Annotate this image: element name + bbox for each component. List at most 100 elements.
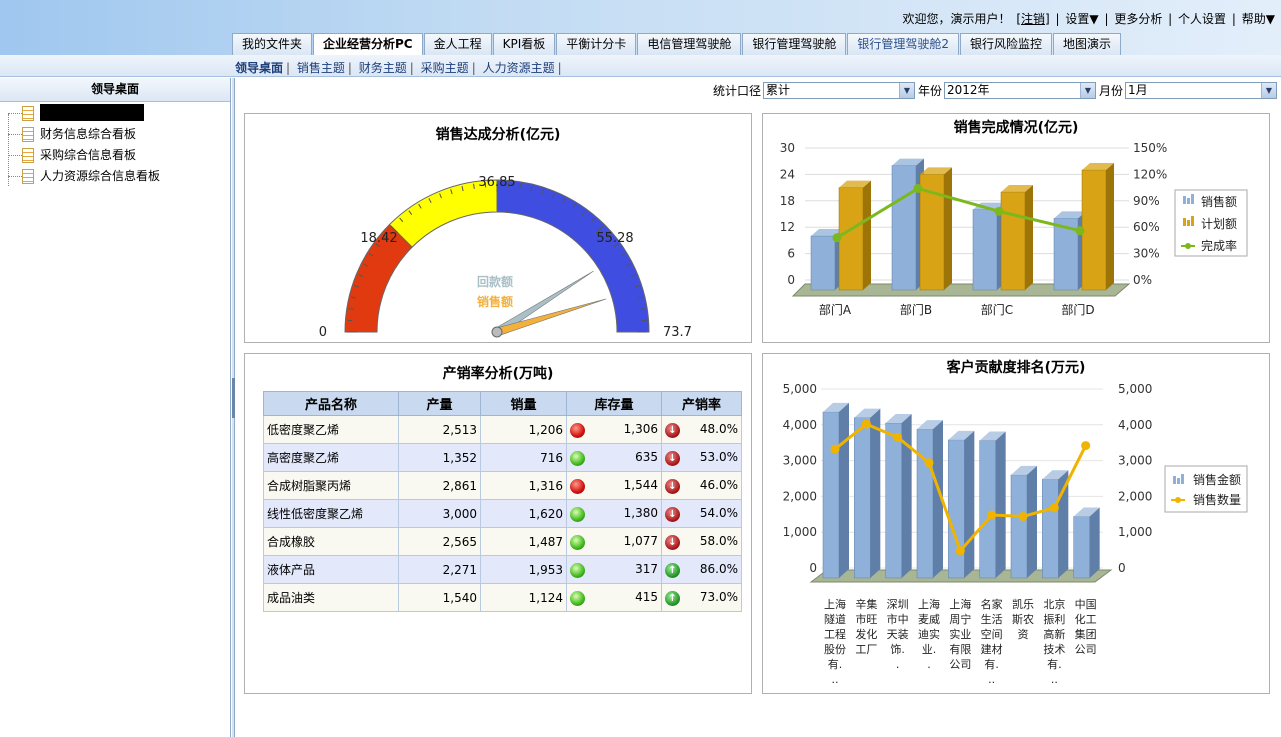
sidebar-item-hr-board[interactable]: 人力资源综合信息看板 bbox=[8, 166, 230, 187]
logout-link[interactable]: [注销] bbox=[1016, 12, 1049, 26]
col-header-sales: 销量 bbox=[480, 391, 567, 416]
welcome-text: 欢迎您，演示用户！ bbox=[902, 12, 1011, 26]
main-tabs: 我的文件夹 企业经营分析PC 金人工程 KPI看板 平衡计分卡 电信管理驾驶舱 … bbox=[232, 33, 1122, 56]
gauge-tick-label: 0 bbox=[319, 325, 327, 340]
stock-value: 1,306 bbox=[623, 421, 658, 436]
production-sales-title: 产销率分析(万吨) bbox=[442, 366, 554, 382]
subnav-sales[interactable]: 销售主题 bbox=[297, 61, 345, 75]
bar-side bbox=[1027, 465, 1037, 578]
tab-telecom-cockpit[interactable]: 电信管理驾驶舱 bbox=[637, 33, 742, 55]
x-axis-tick-label: 上海周宁实业有限公司 bbox=[949, 597, 971, 671]
header: 欢迎您，演示用户！ [注销] | 设置▼ | 更多分析 | 个人设置 | 帮助▼… bbox=[0, 0, 1281, 56]
bar-side bbox=[1106, 163, 1114, 290]
more-analysis-link[interactable]: 更多分析 bbox=[1114, 12, 1162, 26]
tab-golden-project[interactable]: 金人工程 bbox=[423, 33, 492, 55]
stat-scope-select[interactable]: 累计 ▼ bbox=[762, 82, 915, 99]
x-axis-tick-label: 上海隧道工程股份有... bbox=[824, 597, 846, 686]
cell-rate: ↑ 73.0% bbox=[661, 583, 742, 612]
x-axis-tick-label: 部门A bbox=[819, 302, 852, 317]
month-select[interactable]: 1月 ▼ bbox=[1125, 82, 1277, 99]
cell-product: 低密度聚乙烯 bbox=[263, 415, 399, 444]
trend-down-icon: ↓ bbox=[665, 534, 680, 550]
x-axis-tick-label: 部门D bbox=[1061, 302, 1094, 317]
cell-sales: 1,316 bbox=[480, 471, 567, 500]
filter-bar: 统计口径 累计 ▼ 年份 2012年 ▼ 月份 1月 ▼ bbox=[713, 82, 1277, 99]
subnav-hr[interactable]: 人力资源主题 bbox=[483, 61, 555, 75]
table-row: 合成树脂聚丙烯 2,861 1,316 1,544 ↓ 46.0% bbox=[263, 471, 742, 500]
status-green-icon bbox=[570, 534, 585, 550]
sidebar-item-redacted[interactable] bbox=[8, 103, 230, 124]
tab-my-folder[interactable]: 我的文件夹 bbox=[232, 33, 313, 55]
sidebar-item-purchase-board[interactable]: 采购综合信息看板 bbox=[8, 145, 230, 166]
col-header-product: 产品名称 bbox=[263, 391, 399, 416]
point-销售数量 bbox=[987, 510, 997, 520]
document-icon bbox=[22, 127, 34, 142]
cell-production: 1,352 bbox=[398, 443, 481, 472]
splitter[interactable] bbox=[232, 78, 235, 737]
gauge-tick-label: 55.28 bbox=[596, 231, 633, 246]
tab-bank-risk[interactable]: 银行风险监控 bbox=[959, 33, 1052, 55]
bar-side bbox=[870, 408, 881, 578]
status-green-icon bbox=[570, 450, 585, 466]
subnav-purchase[interactable]: 采购主题 bbox=[421, 61, 469, 75]
y-axis-tick-label: 4,000 bbox=[783, 418, 817, 432]
bar-销售金额 bbox=[854, 417, 871, 579]
tab-bank-cockpit-2[interactable]: 银行管理驾驶舱2 bbox=[847, 33, 959, 55]
customer-contribution-chart: 5,000 4,000 3,000 2,000 1,000 0 5,000 4,000 3,00… bbox=[783, 382, 1248, 686]
settings-menu[interactable]: 设置▼ bbox=[1065, 12, 1098, 26]
dashboard-main: 统计口径 累计 ▼ 年份 2012年 ▼ 月份 1月 ▼ 销售达成分析(亿元) 0 18… bbox=[236, 78, 1281, 737]
rate-value: 48.0% bbox=[699, 421, 738, 436]
tab-bank-cockpit[interactable]: 银行管理驾驶舱 bbox=[742, 33, 847, 55]
bar-计划额 bbox=[1081, 169, 1107, 291]
tab-balanced-scorecard[interactable]: 平衡计分卡 bbox=[556, 33, 637, 55]
bar-销售金额 bbox=[1073, 516, 1090, 579]
bar-side bbox=[863, 180, 871, 290]
separator: | bbox=[1055, 12, 1060, 26]
point-完成率 bbox=[913, 183, 923, 193]
bar-计划额 bbox=[1000, 191, 1026, 291]
splitter-grip[interactable] bbox=[232, 378, 235, 418]
tab-enterprise-analysis[interactable]: 企业经营分析PC bbox=[313, 33, 423, 56]
point-销售数量 bbox=[830, 444, 840, 454]
stock-value: 1,544 bbox=[623, 477, 658, 492]
bar-销售金额 bbox=[885, 422, 902, 579]
year-select[interactable]: 2012年 ▼ bbox=[943, 82, 1096, 99]
x-axis-tick-label: 部门B bbox=[900, 302, 932, 317]
x-axis-tick-label: 名家生活空间建材有... bbox=[981, 597, 1003, 686]
table-row: 液体产品 2,271 1,953 317 ↑ 86.0% bbox=[263, 555, 742, 584]
bar-销售金额 bbox=[822, 411, 840, 579]
gauge-panel: 销售达成分析(亿元) 0 18.42 36.85 55.28 73.7 回款额 销售额 bbox=[244, 113, 752, 343]
bar-side bbox=[964, 430, 975, 578]
subnav-finance[interactable]: 财务主题 bbox=[359, 61, 407, 75]
document-icon bbox=[22, 169, 34, 184]
profile-settings-link[interactable]: 个人设置 bbox=[1178, 12, 1226, 26]
gauge-tick-label: 36.85 bbox=[478, 175, 515, 190]
bar-计划额 bbox=[838, 187, 864, 291]
customer-contribution-panel: 客户贡献度排名(万元) 5,000 4,000 3,000 2,000 1,000 0 5,… bbox=[762, 353, 1270, 694]
gauge-chart: 0 18.42 36.85 55.28 73.7 回款额销售额 bbox=[319, 175, 692, 340]
help-menu[interactable]: 帮助▼ bbox=[1242, 12, 1275, 26]
chevron-down-icon[interactable]: ▼ bbox=[1079, 83, 1095, 98]
cell-sales: 1,206 bbox=[480, 415, 567, 444]
subnav-leader-desktop[interactable]: 领导桌面 bbox=[235, 61, 283, 75]
chevron-down-icon[interactable]: ▼ bbox=[898, 83, 914, 98]
legend-label: 销售金额 bbox=[1193, 472, 1241, 487]
rate-value: 46.0% bbox=[699, 477, 738, 492]
sidebar-item-finance-board[interactable]: 财务信息综合看板 bbox=[8, 124, 230, 145]
point-销售数量 bbox=[893, 432, 903, 442]
chevron-down-icon[interactable]: ▼ bbox=[1261, 83, 1276, 98]
legend-icon bbox=[1191, 216, 1194, 226]
legend-label: 计划额 bbox=[1201, 217, 1237, 231]
status-green-icon bbox=[570, 590, 585, 606]
tab-kpi-board[interactable]: KPI看板 bbox=[492, 33, 556, 55]
y-axis-tick-label: 6 bbox=[787, 247, 795, 261]
x-axis-tick-label: 北京振利高新技术有... bbox=[1043, 597, 1065, 686]
cell-stock: 1,544 bbox=[566, 471, 662, 500]
legend-icon bbox=[1191, 194, 1194, 204]
tab-map-demo[interactable]: 地图演示 bbox=[1053, 33, 1122, 55]
trend-down-icon: ↓ bbox=[665, 422, 680, 438]
table-row: 合成橡胶 2,565 1,487 1,077 ↓ 58.0% bbox=[263, 527, 742, 556]
cell-production: 3,000 bbox=[398, 499, 481, 528]
gauge-needle-label: 回款额 bbox=[477, 274, 513, 289]
y2-axis-tick-label: 150% bbox=[1133, 141, 1167, 155]
